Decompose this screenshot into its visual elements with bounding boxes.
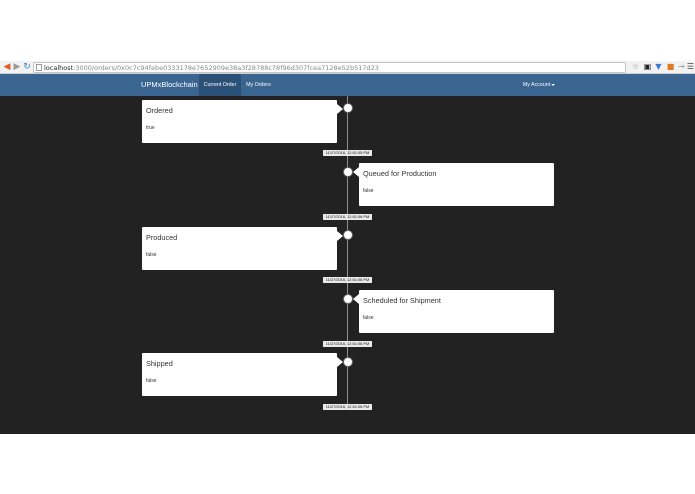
nav-my-orders[interactable]: My Orders <box>241 74 276 96</box>
timestamp-label: 11/27/2016, 12:51:06 PM <box>323 277 372 283</box>
panel-value: false <box>363 315 374 321</box>
caret-down-icon <box>551 83 556 86</box>
panel-title: Scheduled for Shipment <box>363 296 441 305</box>
timeline-badge-icon <box>343 167 353 177</box>
panel-value: false <box>363 188 374 194</box>
timeline-panel-produced: Produced false <box>142 227 343 270</box>
brand-link[interactable]: UPMxBlockchain <box>141 74 198 96</box>
page-icon <box>36 64 42 71</box>
browser-toolbar: ◀ ▶ ↻ localhost:3000/orders/0x0c7c94febe… <box>0 61 695 74</box>
shield-icon[interactable]: ▼ <box>654 62 663 72</box>
account-label: My Account <box>522 82 551 88</box>
timeline-panel-queued: Queued for Production false <box>353 163 554 206</box>
panel-value: false <box>146 252 157 258</box>
star-icon[interactable]: ☆ <box>631 62 640 72</box>
timeline-badge-icon <box>343 294 353 304</box>
browser-window: { "browser": { "url_host": "localhost", … <box>0 0 695 494</box>
url-path: :3000/orders/0x0c7c94febe0333178e7652909… <box>73 64 379 72</box>
top-navbar: UPMxBlockchain Current Order My Orders M… <box>0 74 695 96</box>
extension-icon[interactable]: ■ <box>666 62 675 72</box>
panel-value: false <box>146 378 157 384</box>
timestamp-label: 11/27/2016, 12:51:06 PM <box>323 341 372 347</box>
timeline-panel-shipped: Shipped false <box>142 353 343 396</box>
timestamp-label: 11/27/2016, 12:51:05 PM <box>323 150 372 156</box>
panel-value: true <box>146 125 155 131</box>
panel-title: Queued for Production <box>363 169 437 178</box>
timeline-badge-icon <box>343 103 353 113</box>
timeline-badge-icon <box>343 357 353 367</box>
timestamp-label: 11/27/2016, 12:51:06 PM <box>323 214 372 220</box>
panel-title: Produced <box>146 233 178 242</box>
nav-current-order[interactable]: Current Order <box>199 74 241 96</box>
arrow-right-icon[interactable]: ▶ <box>12 62 22 72</box>
panel-title: Ordered <box>146 106 173 115</box>
hamburger-menu-icon[interactable]: ☰ <box>686 62 695 72</box>
url-host: localhost <box>44 64 74 72</box>
timestamp-label: 11/27/2016, 12:51:06 PM <box>323 404 372 410</box>
timeline-panel-scheduled: Scheduled for Shipment false <box>353 290 554 333</box>
arrow-left-icon[interactable]: ◀ <box>2 62 12 72</box>
pocket-icon[interactable]: ▣ <box>643 62 652 72</box>
timeline-panel-ordered: Ordered true <box>142 100 343 143</box>
timeline-badge-icon <box>343 230 353 240</box>
account-dropdown[interactable]: My Account <box>518 74 560 96</box>
extension-icon[interactable]: → <box>677 62 686 72</box>
url-text[interactable]: localhost:3000/orders/0x0c7c94febe033317… <box>44 63 379 73</box>
panel-title: Shipped <box>146 359 173 368</box>
address-bar[interactable]: localhost:3000/orders/0x0c7c94febe033317… <box>33 62 626 73</box>
reload-icon[interactable]: ↻ <box>22 62 32 72</box>
